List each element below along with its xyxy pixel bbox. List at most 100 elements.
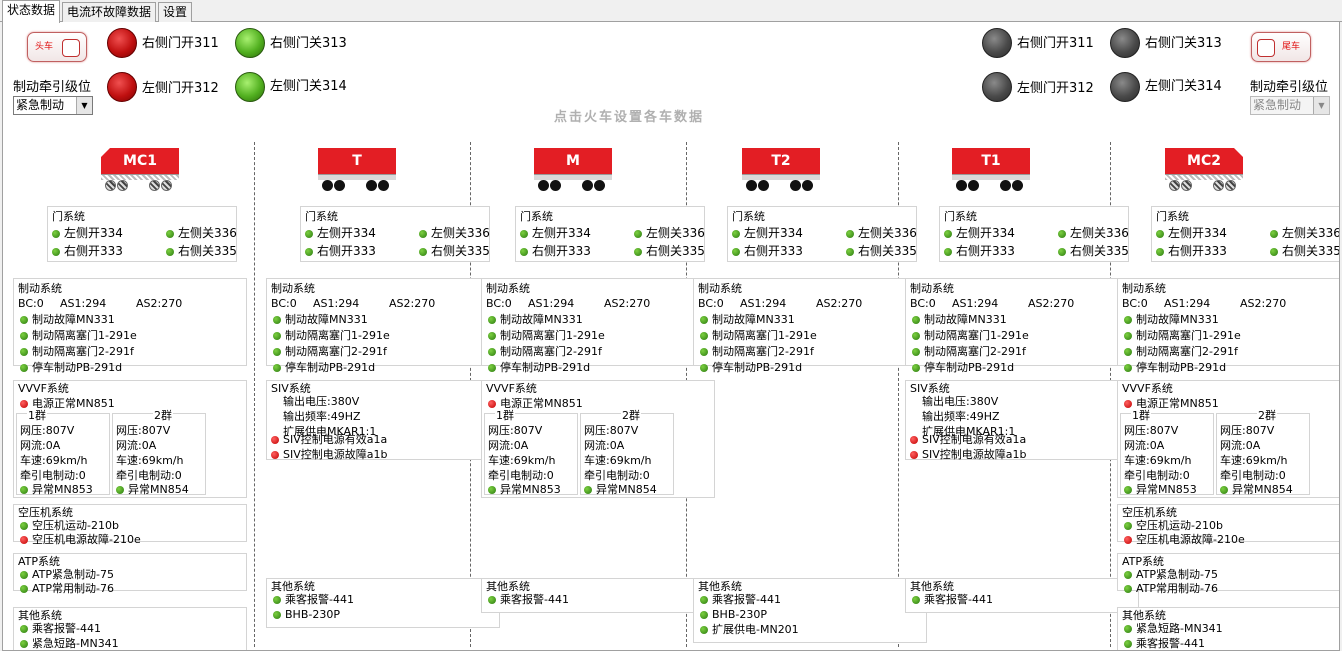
green-status-icon <box>488 364 496 372</box>
other-system-group: 其他系统 乘客报警-441 紧急短路-MN341 <box>13 607 247 650</box>
brake-as2-value: AS2:270 <box>389 297 436 310</box>
vvvf-g2-title: 2群 <box>1257 409 1277 422</box>
train-car-t[interactable]: T <box>318 142 396 194</box>
vvvf-g1-title: 1群 <box>1131 409 1151 422</box>
train-car-t1[interactable]: T1 <box>952 142 1030 194</box>
vvvf-speed: 车速:69km/h <box>1220 454 1288 467</box>
door-status-text: 左侧开334 <box>532 226 591 240</box>
wheel-icon <box>366 180 377 191</box>
green-status-icon <box>20 316 28 324</box>
tab-status-data[interactable]: 状态数据 <box>2 0 61 23</box>
brake-bc-value: BC:0 <box>1122 297 1148 310</box>
red-status-icon <box>1124 400 1132 408</box>
wheel-icon <box>1213 180 1224 191</box>
green-status-icon <box>1156 230 1164 238</box>
siv-readout: 输出电压:380V <box>922 395 999 408</box>
vvvf-speed: 车速:69km/h <box>116 454 184 467</box>
brake-system-group: 制动系统 BC:0 AS1:294 AS2:270 制动故障MN331 制动隔离塞门1-2… <box>266 278 500 374</box>
tail-cab-toggle[interactable]: 尾车 <box>1251 32 1311 62</box>
tab-settings[interactable]: 设置 <box>158 2 193 22</box>
green-status-icon <box>1124 486 1132 494</box>
other-system-title: 其他系统 <box>271 580 315 593</box>
brake-level-select-right[interactable]: 紧急制动 ▼ <box>1250 96 1330 115</box>
green-status-icon <box>520 230 528 238</box>
other-system-title: 其他系统 <box>1122 609 1166 622</box>
vvvf-fault-item: 异常MN854 <box>1220 483 1293 496</box>
siv-status-item: SIV控制电源故障a1b <box>910 448 1026 461</box>
green-status-icon <box>488 316 496 324</box>
tail-left-door-close-lamp <box>1110 72 1140 102</box>
door-status-text: 右侧关335 <box>178 244 237 258</box>
brake-system-title: 制动系统 <box>910 282 954 295</box>
brake-system-group: 制动系统 BC:0 AS1:294 AS2:270 制动故障MN331 制动隔离塞门1-2… <box>693 278 927 374</box>
compressor-system-group: 空压机系统 空压机运动-210b 空压机电源故障-210e <box>1117 504 1339 546</box>
door-system-group: 门系统 左侧开334 左侧关336 右侧开333 右侧关335 <box>939 206 1129 262</box>
other-status-item-text: 乘客报警-441 <box>924 593 993 606</box>
door-status-item: 右侧开333 <box>1156 245 1227 258</box>
green-status-icon <box>700 316 708 324</box>
other-system-title: 其他系统 <box>910 580 954 593</box>
green-status-icon <box>488 332 496 340</box>
wheel-icon <box>968 180 979 191</box>
tail-right-door-close-lamp <box>1110 28 1140 58</box>
wheel-icon <box>149 180 160 191</box>
brake-system-group: 制动系统 BC:0 AS1:294 AS2:270 制动故障MN331 制动隔离塞门1-2… <box>1117 278 1339 374</box>
green-status-icon <box>305 248 313 256</box>
brake-status-item-text: 制动隔离塞门1-291e <box>712 329 817 342</box>
other-status-item-text: 紧急短路-MN341 <box>32 637 119 650</box>
other-status-item-text: BHB-230P <box>285 608 340 621</box>
brake-status-item-text: 制动隔离塞门1-291e <box>1136 329 1241 342</box>
train-car-name: T <box>318 148 396 174</box>
vvvf-current: 网流:0A <box>1124 439 1165 452</box>
brake-status-item-text: 停车制动PB-291d <box>1136 361 1227 374</box>
green-status-icon <box>20 625 28 633</box>
train-car-m[interactable]: M <box>534 142 612 194</box>
brake-bc-value: BC:0 <box>910 297 936 310</box>
brake-as1-value: AS1:294 <box>313 297 360 310</box>
head-cab-toggle[interactable]: 头车 <box>27 32 87 62</box>
door-status-item: 左侧开334 <box>1156 227 1227 240</box>
siv-readout: 输出频率:49HZ <box>283 410 361 423</box>
atp-status-item: ATP常用制动-76 <box>20 582 114 595</box>
atp-status-item: ATP常用制动-76 <box>1124 582 1218 595</box>
train-car-t2[interactable]: T2 <box>742 142 820 194</box>
vvvf-g1-box: 1群 网压:807V 网流:0A 车速:69km/h 牵引电制动:0 异常MN853 <box>484 410 578 496</box>
door-status-text: 左侧开334 <box>744 226 803 240</box>
green-status-icon <box>1156 248 1164 256</box>
brake-status-item-text: 制动隔离塞门2-291f <box>924 345 1026 358</box>
brake-bc-value: BC:0 <box>486 297 512 310</box>
tab-current-loop-fault[interactable]: 电流环故障数据 <box>62 2 157 22</box>
green-status-icon <box>1124 585 1132 593</box>
compressor-status-item: 空压机运动-210b <box>20 519 119 532</box>
brake-level-select-left[interactable]: 紧急制动 ▼ <box>13 96 93 115</box>
tail-cab-indicator <box>1257 39 1275 57</box>
brake-status-item-text: 制动故障MN331 <box>712 313 795 326</box>
door-status-text: 右侧开333 <box>744 244 803 258</box>
other-status-item: BHB-230P <box>273 608 340 621</box>
green-status-icon <box>20 332 28 340</box>
vvvf-fault-item: 异常MN853 <box>1124 483 1197 496</box>
green-status-icon <box>912 596 920 604</box>
brake-status-item-text: 制动隔离塞门2-291f <box>712 345 814 358</box>
door-status-text: 右侧开333 <box>956 244 1015 258</box>
green-status-icon <box>273 596 281 604</box>
vvvf-g2-box: 2群 网压:807V 网流:0A 车速:69km/h 牵引电制动:0 异常MN854 <box>112 410 206 496</box>
train-car-mc2[interactable]: MC2 <box>1165 142 1243 194</box>
train-car-name: M <box>534 148 612 174</box>
green-status-icon <box>1124 625 1132 633</box>
green-status-icon <box>732 230 740 238</box>
vvvf-g2-box: 2群 网压:807V 网流:0A 车速:69km/h 牵引电制动:0 异常MN854 <box>580 410 674 496</box>
train-car-mc1[interactable]: MC1 <box>101 142 179 194</box>
vvvf-voltage: 网压:807V <box>584 424 639 437</box>
tail-left-door-close-label: 左侧门关314 <box>1145 79 1222 94</box>
wheel-icon <box>117 180 128 191</box>
red-status-icon <box>910 451 918 459</box>
siv-status-item: SIV控制电源故障a1b <box>271 448 387 461</box>
vvvf-fault-item: 异常MN853 <box>20 483 93 496</box>
door-status-item: 左侧开334 <box>520 227 591 240</box>
compressor-status-item-text: 空压机电源故障-210e <box>1136 533 1245 546</box>
brake-status-item: 制动隔离塞门2-291f <box>700 345 814 358</box>
brake-status-item: 制动隔离塞门1-291e <box>700 329 817 342</box>
green-status-icon <box>116 486 124 494</box>
siv-status-item-text: SIV控制电源故障a1b <box>922 448 1027 461</box>
